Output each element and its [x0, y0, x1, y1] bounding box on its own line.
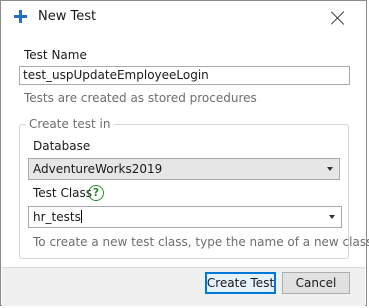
close-icon[interactable] [331, 11, 345, 25]
test-name-hint: Tests are created as stored procedures [24, 91, 257, 105]
database-label: Database [33, 139, 91, 153]
test-name-input[interactable]: test_uspUpdateEmployeeLogin [19, 66, 350, 85]
new-test-dialog: New Test Test Name test_uspUpdateEmploye… [0, 0, 369, 306]
test-class-combobox[interactable]: hr_tests [28, 206, 342, 228]
database-dropdown[interactable]: AdventureWorks2019 [28, 158, 340, 180]
dialog-title: New Test [38, 9, 97, 24]
test-class-input-wrap: hr_tests [33, 210, 82, 224]
plus-icon [14, 10, 27, 23]
create-test-button[interactable]: Create Test [205, 272, 276, 294]
test-class-hint: To create a new test class, type the nam… [33, 235, 369, 249]
test-class-value[interactable]: hr_tests [33, 210, 81, 224]
chevron-down-icon [329, 215, 335, 219]
test-name-label: Test Name [24, 48, 87, 62]
database-value: AdventureWorks2019 [33, 162, 163, 176]
text-caret [80, 210, 82, 223]
chevron-down-icon [327, 167, 333, 171]
help-icon[interactable]: ? [88, 185, 104, 201]
cancel-button[interactable]: Cancel [282, 272, 350, 294]
title-bar: New Test [1, 1, 366, 35]
dialog-footer: Create Test Cancel [2, 267, 365, 306]
test-class-label: Test Class [33, 186, 93, 200]
create-test-in-legend: Create test in [26, 117, 114, 131]
